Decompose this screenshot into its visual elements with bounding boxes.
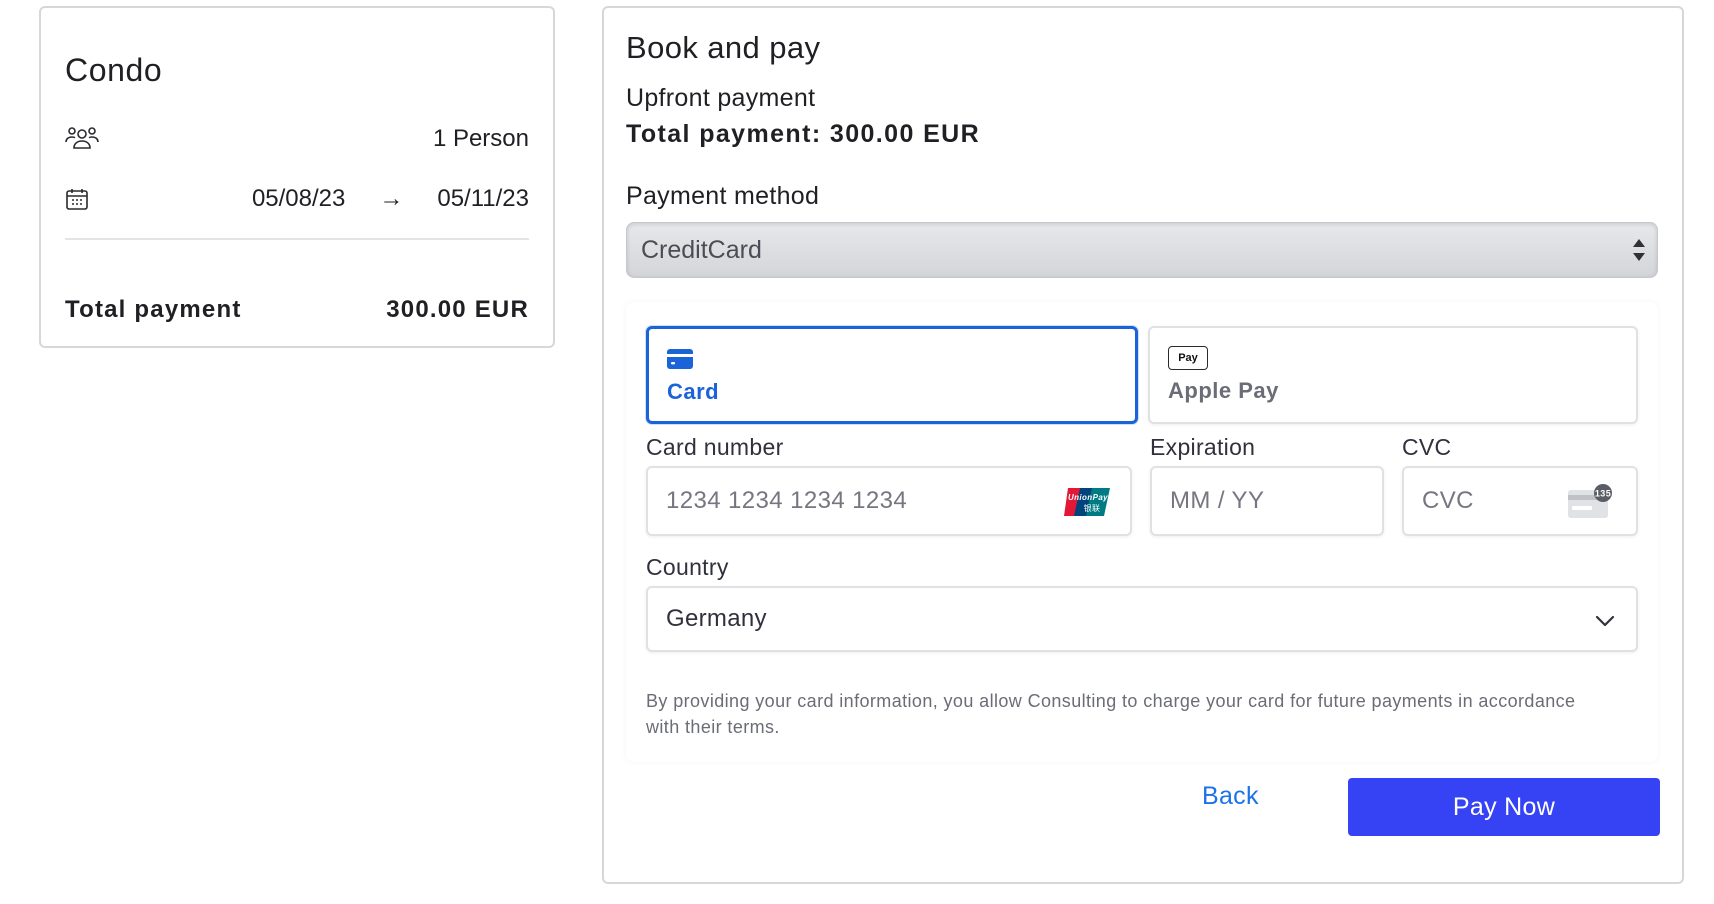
property-title: Condo	[65, 52, 163, 88]
card-number-placeholder: 1234 1234 1234 1234	[666, 487, 908, 514]
panel-title: Book and pay	[626, 30, 821, 65]
book-and-pay-panel: Book and pay Upfront payment Total payme…	[602, 6, 1684, 884]
apple-pay-icon: Pay	[1168, 346, 1208, 370]
payment-element: Card Pay Apple Pay Card number 1234 1234…	[626, 302, 1658, 762]
tab-card-label: Card	[667, 379, 720, 404]
cvc-icon-text: 135	[1595, 489, 1611, 499]
expiration-input[interactable]: MM / YY	[1150, 466, 1384, 536]
dates-row: 05/08/23 → 05/11/23	[65, 182, 529, 216]
tab-apple-pay-label: Apple Pay	[1168, 378, 1279, 403]
date-to: 05/11/23	[437, 185, 529, 212]
payment-method-label: Payment method	[626, 182, 820, 210]
calendar-icon	[65, 182, 99, 216]
country-select[interactable]: Germany	[646, 586, 1638, 652]
svg-text:银联: 银联	[1084, 503, 1101, 513]
svg-text:UnionPay: UnionPay	[1068, 493, 1108, 502]
cvc-placeholder: CVC	[1422, 487, 1474, 514]
back-link[interactable]: Back	[1202, 782, 1259, 811]
total-value: 300.00 EUR	[386, 296, 529, 323]
summary-divider	[65, 238, 529, 240]
payment-method-value: CreditCard	[641, 235, 762, 264]
unionpay-icon: UnionPay 银联	[1064, 486, 1112, 518]
expiration-label: Expiration	[1150, 434, 1256, 460]
arrow-right-icon: →	[379, 185, 404, 212]
persons-count: 1 Person	[432, 125, 529, 152]
upfront-payment-label: Upfront payment	[626, 84, 816, 112]
pay-now-button[interactable]: Pay Now	[1348, 778, 1660, 836]
tab-card[interactable]: Card	[646, 326, 1138, 424]
persons-row: 1 Person	[65, 122, 529, 156]
country-label: Country	[646, 554, 729, 580]
summary-total: Total payment 300.00 EUR	[65, 296, 529, 324]
date-from: 05/08/23	[251, 185, 346, 212]
expiration-placeholder: MM / YY	[1170, 487, 1265, 514]
booking-summary-card: Condo 1 Person 05/08/23 → 05/11/23 Total…	[39, 6, 555, 348]
chevron-down-icon	[1594, 610, 1616, 632]
total-payment-text: Total payment: 300.00 EUR	[626, 120, 981, 148]
tab-apple-pay[interactable]: Pay Apple Pay	[1148, 326, 1638, 424]
card-number-input[interactable]: 1234 1234 1234 1234 UnionPay 银联	[646, 466, 1132, 536]
cvc-label: CVC	[1402, 434, 1452, 460]
payment-method-select[interactable]: CreditCard	[626, 222, 1658, 278]
credit-card-icon	[667, 349, 693, 374]
apple-pay-icon-text: Pay	[1178, 352, 1198, 364]
cvc-card-icon: 135	[1568, 484, 1614, 520]
legal-notice: By providing your card information, you …	[646, 691, 1576, 737]
select-updown-icon	[1633, 237, 1645, 263]
card-number-label: Card number	[646, 434, 784, 460]
total-label: Total payment	[65, 296, 242, 323]
cvc-input[interactable]: CVC 135	[1402, 466, 1638, 536]
people-icon	[65, 122, 99, 156]
country-value: Germany	[666, 605, 767, 632]
